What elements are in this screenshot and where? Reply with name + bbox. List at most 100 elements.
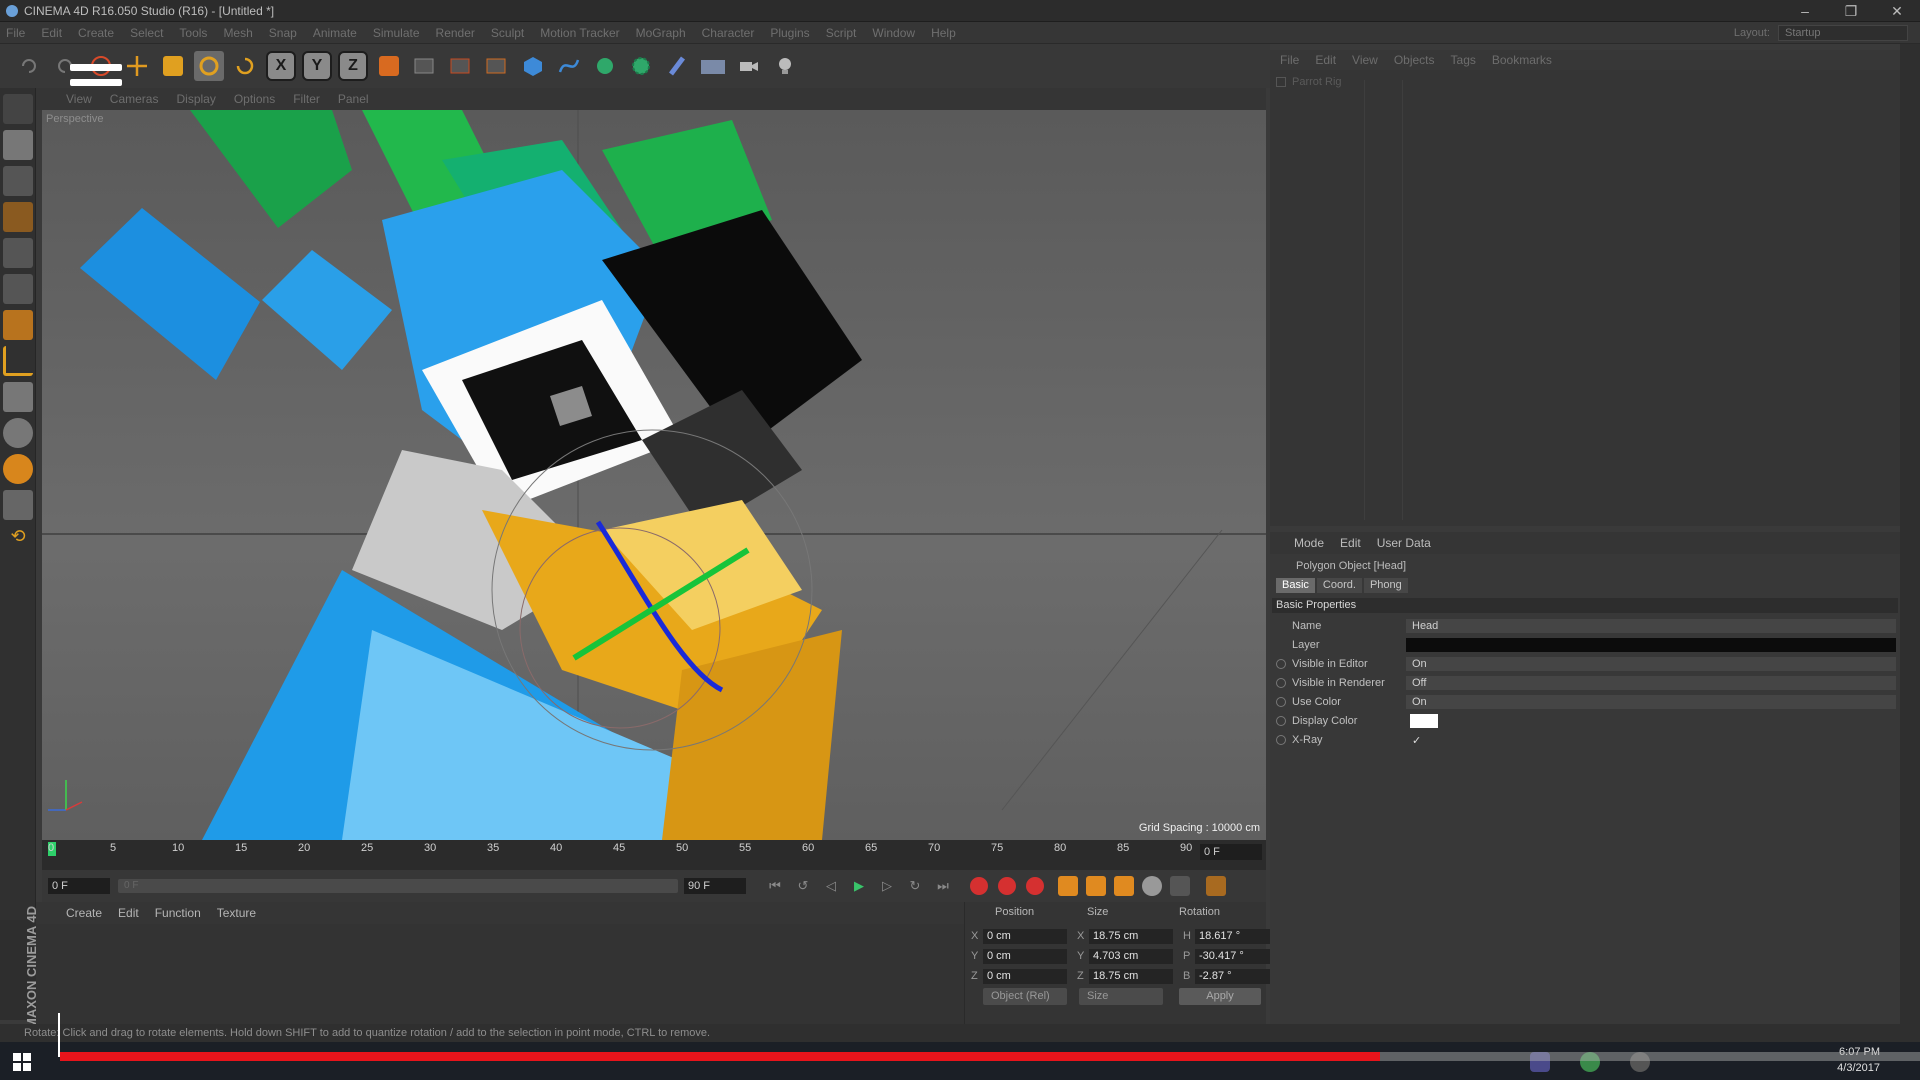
spline-pen-icon[interactable]: [554, 51, 584, 81]
coordinate-mode-select[interactable]: Object (Rel): [983, 988, 1067, 1005]
z-axis-button[interactable]: Z: [338, 51, 368, 81]
side-tabs[interactable]: [1900, 44, 1920, 1024]
animate-dot-icon[interactable]: [1276, 697, 1286, 707]
menu-tools[interactable]: Tools: [179, 26, 207, 40]
menu-simulate[interactable]: Simulate: [373, 26, 420, 40]
animate-dot-icon[interactable]: [1276, 678, 1286, 688]
render-picture-viewer-icon[interactable]: [446, 51, 476, 81]
record-rotation-icon[interactable]: [1114, 876, 1134, 896]
material-menu-edit[interactable]: Edit: [118, 906, 139, 920]
material-manager-area[interactable]: [36, 924, 964, 1024]
viewport-menu-filter[interactable]: Filter: [293, 92, 320, 106]
material-menu-create[interactable]: Create: [66, 906, 102, 920]
position-x-field[interactable]: 0 cm: [983, 928, 1067, 944]
previous-frame-icon[interactable]: ◁: [822, 877, 840, 895]
menu-mograph[interactable]: MoGraph: [636, 26, 686, 40]
play-forward-icon[interactable]: ▶: [850, 877, 868, 895]
tab-coord[interactable]: Coord.: [1316, 578, 1362, 593]
menu-create[interactable]: Create: [78, 26, 114, 40]
xray-checkbox[interactable]: ✓: [1412, 734, 1421, 747]
tab-basic[interactable]: Basic: [1276, 578, 1315, 593]
object-row[interactable]: Parrot Rig: [1276, 76, 1342, 88]
size-x-field[interactable]: 18.75 cm: [1089, 928, 1173, 944]
size-mode-select[interactable]: Size: [1079, 988, 1163, 1005]
timeline-ruler[interactable]: 0 5 10 15 20 25 30 35 40 45 50 55 60 65 …: [42, 840, 1266, 870]
record-scale-icon[interactable]: [1086, 876, 1106, 896]
attr-menu-edit[interactable]: Edit: [1340, 536, 1361, 550]
rotation-p-field[interactable]: -30.417 °: [1195, 948, 1273, 964]
next-frame-icon[interactable]: ▷: [878, 877, 896, 895]
light-icon[interactable]: [770, 51, 800, 81]
menu-script[interactable]: Script: [826, 26, 857, 40]
menu-render[interactable]: Render: [436, 26, 475, 40]
subdivision-surface-icon[interactable]: [590, 51, 620, 81]
menu-sculpt[interactable]: Sculpt: [491, 26, 524, 40]
quantize-icon[interactable]: ⟲: [3, 526, 33, 556]
visible-in-renderer-select[interactable]: Off: [1406, 676, 1896, 690]
tab-phong[interactable]: Phong: [1363, 578, 1408, 593]
viewport-menu-display[interactable]: Display: [176, 92, 215, 106]
layer-field[interactable]: [1406, 638, 1896, 652]
viewport-menu-cameras[interactable]: Cameras: [110, 92, 159, 106]
use-color-select[interactable]: On: [1406, 695, 1896, 709]
model-mode-icon[interactable]: [3, 130, 33, 160]
animate-dot-icon[interactable]: [1276, 659, 1286, 669]
maximize-icon[interactable]: ❐: [1828, 0, 1874, 22]
cube-primitive-icon[interactable]: [518, 51, 548, 81]
undo-icon[interactable]: [14, 51, 44, 81]
menu-edit[interactable]: Edit: [41, 26, 62, 40]
visible-in-editor-select[interactable]: On: [1406, 657, 1896, 671]
menu-snap[interactable]: Snap: [269, 26, 297, 40]
record-point-level-icon[interactable]: [1170, 876, 1190, 896]
obj-menu-file[interactable]: File: [1280, 53, 1299, 67]
record-active-icon[interactable]: [970, 877, 988, 895]
array-icon[interactable]: [626, 51, 656, 81]
deformer-icon[interactable]: [662, 51, 692, 81]
attr-menu-user-data[interactable]: User Data: [1377, 536, 1431, 550]
perspective-viewport[interactable]: Perspective Grid Spacing : 10000 cm: [42, 110, 1266, 840]
axis-mode-icon[interactable]: [3, 346, 33, 376]
menu-help[interactable]: Help: [931, 26, 956, 40]
position-y-field[interactable]: 0 cm: [983, 948, 1067, 964]
menu-character[interactable]: Character: [702, 26, 755, 40]
rotate-tool-icon[interactable]: [194, 51, 224, 81]
timeline-window-icon[interactable]: [1206, 876, 1226, 896]
animate-dot-icon[interactable]: [1276, 716, 1286, 726]
previous-key-icon[interactable]: ↺: [794, 877, 812, 895]
menu-mesh[interactable]: Mesh: [223, 26, 252, 40]
make-editable-icon[interactable]: [3, 94, 33, 124]
enable-snap-icon[interactable]: [3, 454, 33, 484]
end-frame-field[interactable]: 90 F: [684, 878, 746, 894]
video-progress-played[interactable]: [60, 1052, 1380, 1061]
viewport-menu-options[interactable]: Options: [234, 92, 275, 106]
floor-scene-icon[interactable]: [698, 51, 728, 81]
obj-menu-objects[interactable]: Objects: [1394, 53, 1435, 67]
position-z-field[interactable]: 0 cm: [983, 968, 1067, 984]
menu-animate[interactable]: Animate: [313, 26, 357, 40]
y-axis-button[interactable]: Y: [302, 51, 332, 81]
animate-dot-icon[interactable]: [1276, 735, 1286, 745]
go-to-end-icon[interactable]: ⏭: [934, 877, 952, 895]
windows-start-icon[interactable]: [12, 1052, 32, 1072]
material-menu-texture[interactable]: Texture: [217, 906, 256, 920]
solo-mode-icon[interactable]: [3, 418, 33, 448]
object-manager-tree[interactable]: Parrot Rig: [1270, 70, 1900, 526]
next-key-icon[interactable]: ↻: [906, 877, 924, 895]
name-field[interactable]: Head: [1406, 619, 1896, 633]
polygons-mode-icon[interactable]: [3, 310, 33, 340]
tweak-mode-icon[interactable]: [3, 382, 33, 412]
scale-tool-icon[interactable]: [158, 51, 188, 81]
viewport-menu-panel[interactable]: Panel: [338, 92, 369, 106]
obj-menu-bookmarks[interactable]: Bookmarks: [1492, 53, 1552, 67]
render-settings-icon[interactable]: [482, 51, 512, 81]
edges-mode-icon[interactable]: [3, 274, 33, 304]
coordinate-system-icon[interactable]: [374, 51, 404, 81]
attr-menu-mode[interactable]: Mode: [1294, 536, 1324, 550]
rotation-h-field[interactable]: 18.617 °: [1195, 928, 1273, 944]
menu-select[interactable]: Select: [130, 26, 163, 40]
layout-select[interactable]: Startup: [1778, 25, 1908, 41]
texture-mode-icon[interactable]: [3, 166, 33, 196]
camera-icon[interactable]: [734, 51, 764, 81]
autokeying-icon[interactable]: [998, 877, 1016, 895]
go-to-start-icon[interactable]: ⏮: [766, 877, 784, 895]
